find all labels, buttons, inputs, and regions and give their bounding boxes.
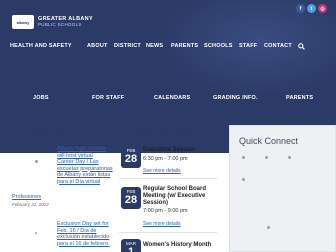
main-nav: HEALTH AND SAFETY ABOUT DISTRICT NEWS PA… [0, 42, 336, 54]
nav-item-district[interactable]: DISTRICT [114, 43, 141, 49]
logo-mark: albany [12, 15, 34, 29]
logo-line-2: PUBLIC SCHOOLS [38, 22, 82, 27]
event-2-date-badge: FEB 28 [121, 187, 141, 209]
quick-link-parents[interactable]: PARENTS [286, 95, 313, 101]
quick-connect-image-placeholder-icon [267, 226, 270, 229]
facebook-glyph: f [299, 5, 302, 12]
nav-item-parents[interactable]: PARENTS [171, 43, 198, 49]
news-item-1-line-2[interactable]: will host virtual [57, 153, 93, 159]
search-icon[interactable] [298, 43, 305, 50]
instagram-icon[interactable]: ◎ [318, 4, 327, 13]
event-3-date-badge: MAR 1 [121, 239, 141, 252]
district-logo[interactable]: albany GREATER ALBANY PUBLIC SCHOOLS [12, 15, 93, 29]
latest-news-heading: Latest News [12, 126, 68, 137]
nav-item-contact[interactable]: CONTACT [264, 43, 292, 49]
nav-item-health-and-safety[interactable]: HEALTH AND SAFETY [10, 43, 72, 49]
news-item-1-line-5[interactable]: de Albany están listas [57, 172, 110, 178]
nav-item-schools[interactable]: SCHOOLS [204, 43, 233, 49]
news-item-2-line-4[interactable]: para el 16 de febrero. [57, 241, 110, 247]
event-2-title-line-2[interactable]: Meeting (w/ Executive [143, 193, 205, 200]
event-2-title-line-1[interactable]: Regular School Board [143, 186, 206, 193]
nav-item-staff[interactable]: STAFF [239, 43, 257, 49]
news-item-2-line-2[interactable]: Feb. 16 / Día de [57, 228, 96, 234]
event-1-time: 6:30 pm - 7:00 pm [143, 156, 188, 162]
event-1-day: 28 [124, 153, 138, 165]
twitter-icon[interactable]: t [307, 4, 316, 13]
event-1-date-badge: FEB 28 [121, 146, 141, 168]
nav-item-news[interactable]: NEWS [146, 43, 163, 49]
event-divider [119, 178, 217, 179]
event-1-see-more-link[interactable]: See more details [143, 168, 181, 174]
quick-connect-link-icon[interactable] [242, 178, 245, 181]
twitter-glyph: t [310, 5, 313, 12]
event-3-title[interactable]: Women's History Month [143, 242, 211, 249]
quick-connect-heading: Quick Connect [239, 136, 299, 146]
news-item-1-line-4[interactable]: escuelas preparatorias [57, 166, 113, 172]
facebook-icon[interactable]: f [296, 4, 305, 13]
event-divider [119, 232, 217, 233]
news-item-1-line-6[interactable]: para el Día virtual [57, 179, 100, 185]
quick-link-for-staff[interactable]: FOR STAFF [92, 95, 124, 101]
news-item-1-date: February 22, 2022 [12, 202, 49, 207]
quick-connect-link-icon[interactable] [242, 156, 245, 159]
logo-mark-text: albany [16, 19, 30, 25]
quick-link-calendars[interactable]: CALENDARS [154, 95, 190, 101]
upcoming-events-heading: Upcoming Events [119, 126, 198, 137]
news-item-1-line-3[interactable]: Career Day / Las [57, 159, 99, 165]
news-image-placeholder-icon [35, 232, 37, 234]
event-2-see-more-link[interactable]: See more details [143, 221, 181, 227]
event-2-title-line-3[interactable]: Session) [143, 200, 168, 207]
quick-links-bar: JOBS FOR STAFF CALENDARS GRADING INFO. P… [0, 89, 336, 109]
quick-connect-link-icon[interactable] [265, 156, 268, 159]
quick-connect-link-icon[interactable] [288, 156, 291, 159]
quick-link-grading-info[interactable]: GRADING INFO. [213, 95, 258, 101]
event-1-title[interactable]: Executive Session [143, 147, 196, 154]
event-2-time: 7:00 pm - 9:00 pm [143, 208, 188, 214]
logo-text: GREATER ALBANY PUBLIC SCHOOLS [38, 16, 93, 28]
instagram-glyph: ◎ [320, 5, 325, 12]
quick-connect-panel: Quick Connect [229, 125, 336, 252]
news-item-2-line-3[interactable]: exclusión establecido [57, 234, 109, 240]
news-image-placeholder-icon [35, 160, 38, 163]
event-2-day: 28 [124, 194, 138, 206]
quick-link-jobs[interactable]: JOBS [33, 95, 49, 101]
event-3-day: 1 [127, 246, 135, 252]
news-item-1-line-1[interactable]: Albany high schools [57, 146, 106, 152]
news-item-2-line-1[interactable]: Exclusion Day set for [57, 221, 109, 227]
nav-item-about[interactable]: ABOUT [87, 43, 108, 49]
news-item-1-tail[interactable]: Profesiones [12, 194, 41, 200]
